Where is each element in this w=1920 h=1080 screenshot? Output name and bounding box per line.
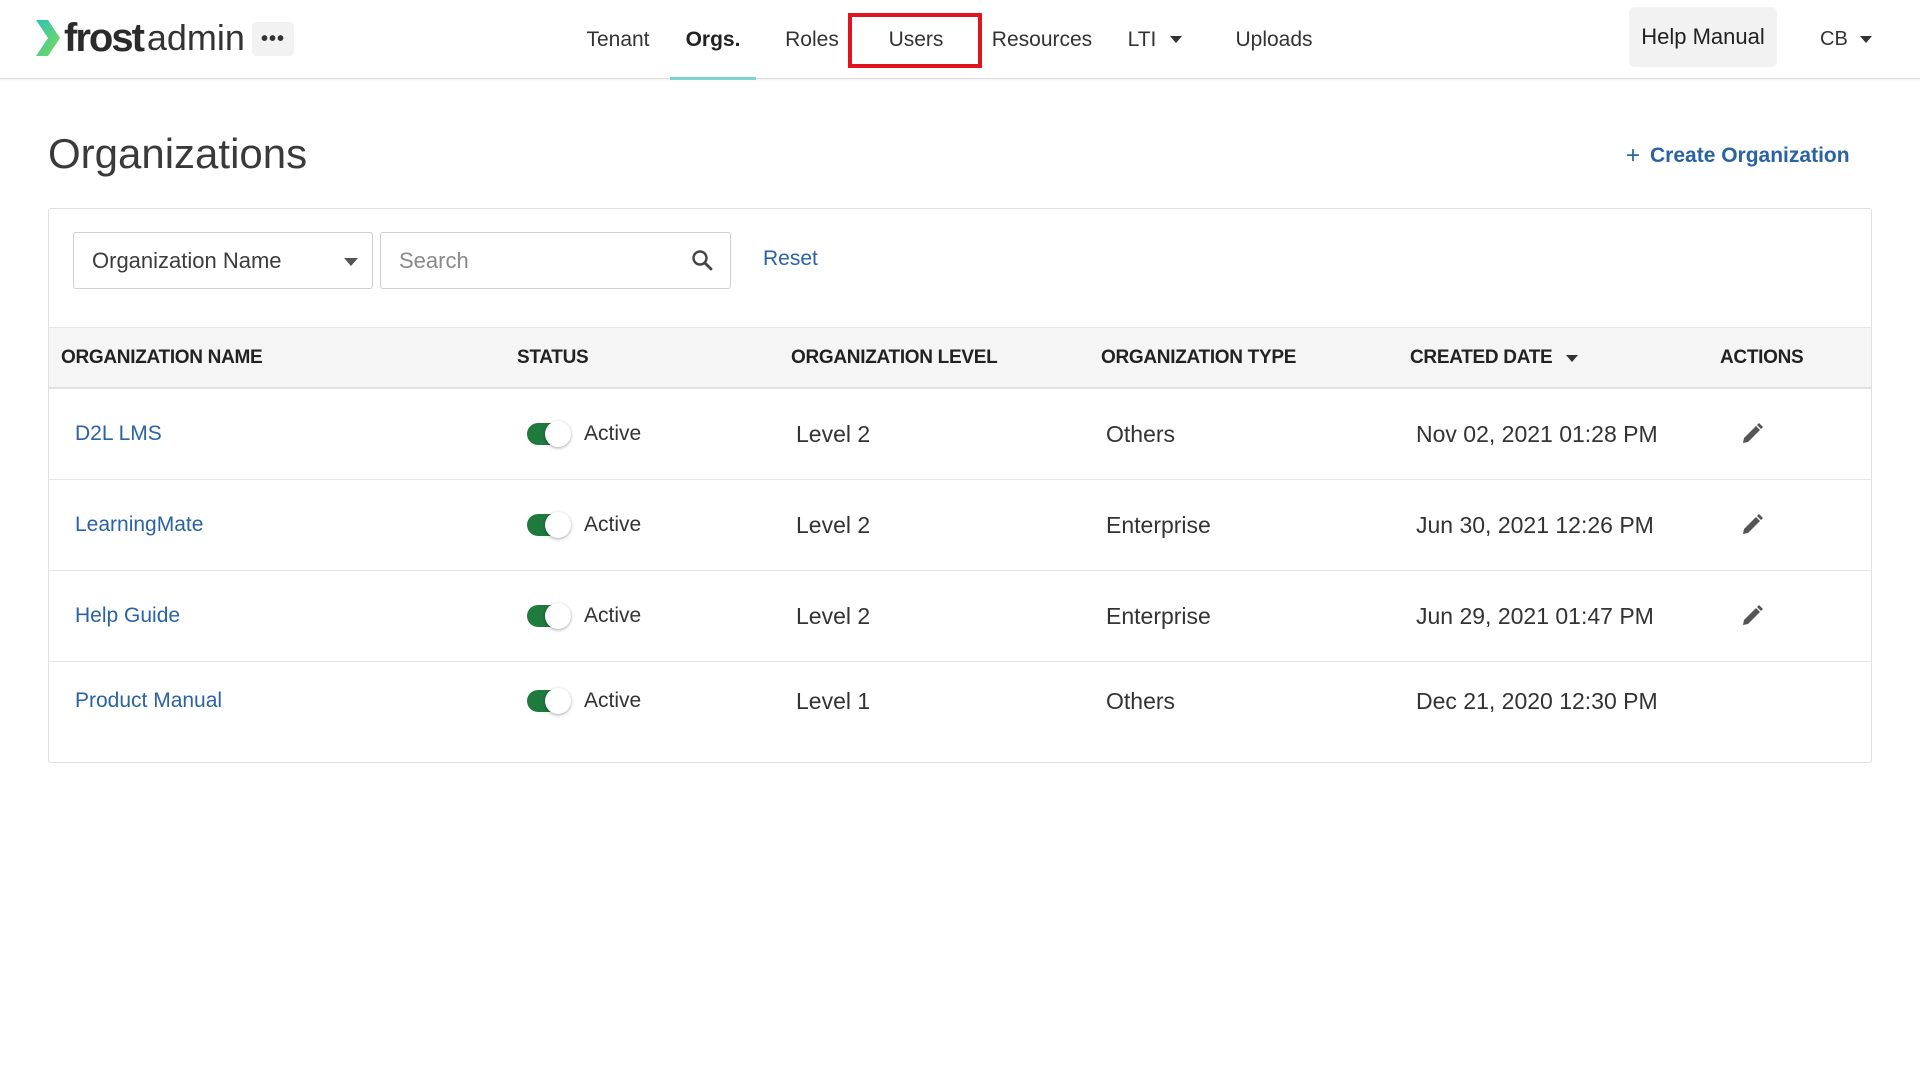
nav-tab-label: Roles [785,27,839,51]
nav-tab-label: Orgs. [685,27,741,51]
status-toggle[interactable] [527,421,571,447]
organization-name-link[interactable]: Help Guide [75,604,180,628]
reset-button[interactable]: Reset [763,247,818,271]
chevron-down-icon [1170,36,1183,43]
nav-tab-uploads[interactable]: Uploads [1226,0,1322,79]
status-toggle[interactable] [527,512,571,538]
nav-tab-label: LTI [1127,27,1157,51]
pencil-edit-icon[interactable] [1740,513,1764,537]
organization-type: Others [1106,687,1176,714]
column-header-label: ACTIONS [1720,347,1804,368]
nav-tab-label: Users [888,27,944,51]
created-date: Nov 02, 2021 01:28 PM [1416,420,1658,447]
created-date: Jun 29, 2021 01:47 PM [1416,602,1654,629]
frost-admin-logo[interactable]: frost admin [34,16,245,60]
status-toggle[interactable] [527,603,571,629]
nav-tab-label: Tenant [586,27,650,51]
nav-tab-users[interactable]: Users [870,0,962,79]
chevron-down-icon [344,258,358,266]
active-tab-indicator [670,77,756,80]
column-header-created-date[interactable]: CREATED DATE [1410,328,1579,388]
search-input[interactable] [381,233,681,288]
column-header-label: CREATED DATE [1410,347,1553,368]
organization-level: Level 1 [796,687,871,714]
organization-level: Level 2 [796,511,871,538]
table-row: Product Manual Active Level 1 Others Dec… [49,662,1871,740]
status-label: Active [584,689,642,712]
status-label: Active [584,604,642,627]
help-manual-button[interactable]: Help Manual [1629,7,1777,67]
table-row: Help Guide Active Level 2 Enterprise Jun… [49,571,1871,662]
column-header-label: ORGANIZATION LEVEL [791,347,998,368]
column-header-organization-name[interactable]: ORGANIZATION NAME [61,328,263,388]
organizations-card: Organization Name Reset ORGANIZATION NAM… [48,208,1872,763]
status-label: Active [584,422,642,445]
filter-field-select[interactable]: Organization Name [73,232,373,289]
column-header-organization-level[interactable]: ORGANIZATION LEVEL [791,328,998,388]
pencil-edit-icon[interactable] [1740,604,1764,628]
nav-tab-tenant[interactable]: Tenant [568,0,668,79]
organization-level: Level 2 [796,602,871,629]
brand-name-bold: frost [64,16,145,60]
table-row: LearningMate Active Level 2 Enterprise J… [49,480,1871,571]
table-header: ORGANIZATION NAME STATUS ORGANIZATION LE… [49,327,1871,389]
nav-tab-label: Resources [991,27,1093,51]
organization-name-link[interactable]: LearningMate [75,513,203,537]
column-header-actions: ACTIONS [1720,328,1804,388]
column-header-status[interactable]: STATUS [517,328,589,388]
nav-tab-orgs[interactable]: Orgs. [670,0,756,80]
plus-icon: + [1626,142,1641,169]
toggle-knob [545,688,571,714]
top-navigation-bar: frost admin ••• Tenant Orgs. Roles Users… [0,0,1920,80]
status-label: Active [584,513,642,536]
table-row: D2L LMS Active Level 2 Others Nov 02, 20… [49,389,1871,480]
nav-tab-resources[interactable]: Resources [982,0,1102,79]
search-box [380,232,731,289]
user-initials: CB [1820,27,1848,50]
page-title: Organizations [48,130,308,177]
nav-tab-label: Uploads [1235,27,1313,51]
filter-field-value: Organization Name [92,247,282,273]
organization-name-link[interactable]: Product Manual [75,689,222,713]
organization-level: Level 2 [796,420,871,447]
create-organization-label: Create Organization [1650,144,1850,167]
created-date: Jun 30, 2021 12:26 PM [1416,511,1654,538]
organization-type: Others [1106,420,1176,447]
sort-descending-icon [1566,354,1579,362]
nav-tab-roles[interactable]: Roles [774,0,850,79]
toggle-knob [545,603,571,629]
column-header-label: ORGANIZATION NAME [61,347,263,368]
user-menu[interactable]: CB [1820,24,1872,54]
search-icon[interactable] [690,248,714,272]
create-organization-button[interactable]: + Create Organization [1626,142,1850,170]
organization-type: Enterprise [1106,511,1211,538]
column-header-organization-type[interactable]: ORGANIZATION TYPE [1101,328,1296,388]
more-options-button[interactable]: ••• [252,22,294,56]
chevron-logo-icon [36,20,60,56]
brand-name-light: admin [146,17,245,58]
pencil-edit-icon[interactable] [1740,422,1764,446]
organization-name-link[interactable]: D2L LMS [75,422,162,446]
toggle-knob [545,421,571,447]
column-header-label: ORGANIZATION TYPE [1101,347,1297,368]
organization-type: Enterprise [1106,602,1211,629]
organizations-table: ORGANIZATION NAME STATUS ORGANIZATION LE… [49,327,1871,740]
chevron-down-icon [1859,35,1872,43]
nav-tab-lti[interactable]: LTI [1120,0,1190,79]
created-date: Dec 21, 2020 12:30 PM [1416,687,1658,714]
status-toggle[interactable] [527,688,571,714]
toggle-knob [545,512,571,538]
column-header-label: STATUS [517,347,589,368]
